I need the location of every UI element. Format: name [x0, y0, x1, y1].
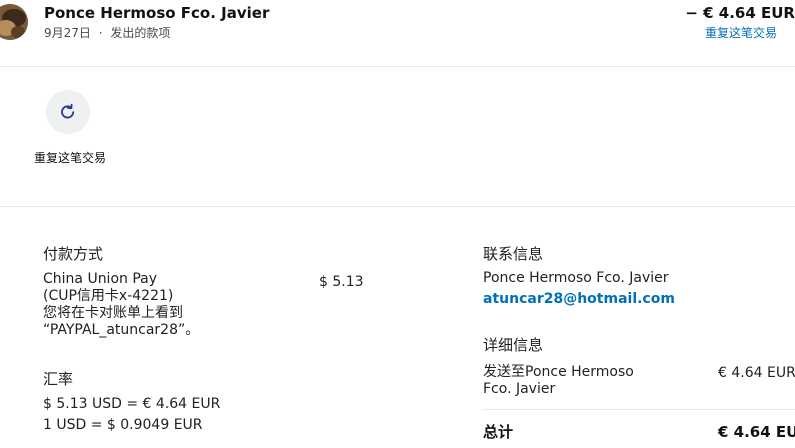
- avatar-image-icon: [0, 4, 28, 40]
- repeat-transaction-label[interactable]: 重复这笔交易: [34, 149, 106, 167]
- payment-method-details: China Union Pay (CUP信用卡x-4221) 您将在卡对账单上看…: [43, 271, 283, 339]
- total-label: 总计: [483, 423, 514, 441]
- sent-to-details: 发送至Ponce Hermoso Fco. Javier: [483, 364, 683, 398]
- quick-actions: 重复这笔交易: [0, 67, 795, 207]
- sent-to-line: 发送至Ponce Hermoso: [483, 364, 634, 380]
- payment-method-title: 付款方式: [43, 245, 104, 263]
- payment-method-name: China Union Pay: [43, 271, 158, 287]
- repeat-transaction-button[interactable]: [46, 90, 90, 134]
- transaction-amount: − € 4.64 EUR: [685, 4, 795, 22]
- contact-email-link[interactable]: atuncar28@hotmail.com: [483, 291, 675, 307]
- statement-descriptor: “PAYPAL_atuncar28”。: [43, 322, 200, 338]
- statement-notice: 您将在卡对账单上看到: [43, 305, 183, 321]
- total-divider: [483, 409, 795, 410]
- merchant-avatar: [0, 4, 28, 40]
- transaction-date: 9月27日: [44, 26, 91, 40]
- contact-info-title: 联系信息: [483, 245, 544, 263]
- payment-method-amount: $ 5.13: [319, 274, 364, 290]
- exchange-rate-title: 汇率: [43, 370, 74, 388]
- sent-amount: € 4.64 EUR: [718, 365, 795, 381]
- payment-card-info: (CUP信用卡x-4221): [43, 288, 174, 304]
- meta-separator: ·: [98, 26, 103, 40]
- exchange-rate-value: 1 USD = $ 0.9049 EUR: [43, 417, 203, 433]
- transaction-details-page: Ponce Hermoso Fco. Javier 9月27日 · 发出的款项 …: [0, 0, 795, 448]
- repeat-transaction-link[interactable]: 重复这笔交易: [705, 24, 777, 41]
- details-title: 详细信息: [483, 336, 544, 354]
- refresh-icon: [61, 103, 75, 119]
- transaction-type: 发出的款项: [110, 26, 171, 40]
- contact-name: Ponce Hermoso Fco. Javier: [483, 270, 669, 286]
- merchant-name: Ponce Hermoso Fco. Javier: [44, 4, 270, 22]
- transaction-meta: 9月27日 · 发出的款项: [44, 24, 170, 41]
- exchange-conversion: $ 5.13 USD = € 4.64 EUR: [43, 396, 221, 412]
- sent-to-name-cont: Fco. Javier: [483, 381, 556, 397]
- total-amount: € 4.64 EUR: [718, 423, 795, 441]
- transaction-header: Ponce Hermoso Fco. Javier 9月27日 · 发出的款项 …: [0, 0, 795, 67]
